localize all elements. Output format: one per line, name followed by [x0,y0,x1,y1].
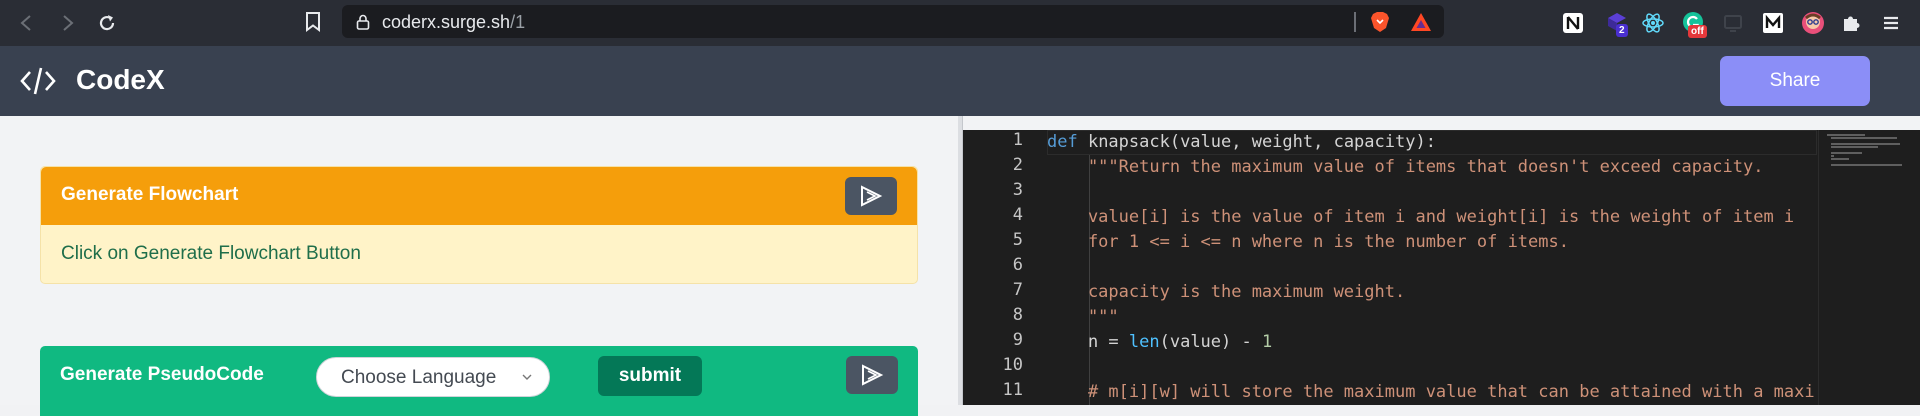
minimap-line [1831,152,1862,154]
line-number: 9 [1012,330,1023,350]
extension-badge-off: off [1688,25,1707,38]
screen-icon[interactable] [1720,10,1746,36]
line-number: 6 [1012,255,1023,275]
minimap-line [1831,143,1900,145]
minimap-line [1827,134,1865,136]
minimap-line [1831,164,1902,166]
code-line: # m[i][w] will store the maximum value t… [1047,382,1815,402]
play-icon [862,364,884,386]
code-line: def knapsack(value, weight, capacity): [1047,132,1436,152]
code-line: """Return the maximum value of items tha… [1047,157,1764,177]
code-line: n = len(value) - 1 [1047,332,1273,352]
language-select-value: Choose Language [341,367,497,388]
lock-icon [356,14,370,30]
editor-top-strip [963,116,1920,130]
pseudocode-card: Generate PseudoCode Choose Language subm… [40,346,918,416]
code-line: capacity is the maximum weight. [1047,282,1406,302]
puzzle-icon[interactable] [1838,10,1864,36]
reload-icon[interactable] [94,10,120,36]
code-line: for 1 <= i <= n where n is the number of… [1047,232,1569,252]
flowchart-card: Generate Flowchart Click on Generate Flo… [40,166,918,284]
code-line: value[i] is the value of item i and weig… [1047,207,1795,227]
chevron-down-icon [521,370,533,382]
line-number: 11 [1002,380,1023,400]
forward-icon[interactable] [54,10,80,36]
minimap-line [1831,155,1834,157]
generate-flowchart-button[interactable] [845,177,897,215]
flowchart-hint: Click on Generate Flowchart Button [61,243,361,264]
line-number: 5 [1012,230,1023,250]
grammarly-icon[interactable]: off [1680,10,1707,38]
react-devtools-icon[interactable] [1640,10,1666,36]
address-bar[interactable]: coderx.surge.sh/1 [342,5,1444,38]
flowchart-card-header: Generate Flowchart [41,167,917,225]
flowchart-title: Generate Flowchart [61,184,239,205]
url-text: coderx.surge.sh/1 [382,12,526,32]
minimap-line [1831,137,1897,139]
menu-icon[interactable] [1878,10,1904,36]
extension-badge: 2 [1616,24,1628,37]
line-number: 10 [1002,355,1023,375]
code-line: """ [1047,307,1119,327]
code-area[interactable]: def knapsack(value, weight, capacity): "… [1047,130,1817,405]
line-number: 7 [1012,280,1023,300]
minimap[interactable] [1818,130,1920,405]
share-button[interactable]: Share [1720,56,1870,106]
line-number: 2 [1012,155,1023,175]
pseudocode-title: Generate PseudoCode [60,364,264,385]
play-icon [861,185,883,207]
notion-icon[interactable] [1560,10,1586,36]
line-number: 1 [1012,130,1023,150]
brave-rewards-icon[interactable] [1410,12,1432,32]
avatar-icon[interactable] [1800,10,1826,36]
minimap-line [1831,158,1849,160]
app-header: CodeX Share [0,46,1920,116]
generate-pseudocode-button[interactable] [846,356,898,394]
code-icon [20,64,56,98]
bookmark-icon[interactable] [304,11,322,33]
app-title: CodeX [76,64,165,95]
brave-shields-icon[interactable] [1370,11,1390,33]
address-separator [1354,12,1356,32]
language-select[interactable]: Choose Language [316,357,550,397]
medium-icon[interactable] [1760,10,1786,36]
browser-toolbar: coderx.surge.sh/1 2 off [0,0,1920,46]
extension-purple-icon[interactable]: 2 [1604,10,1630,37]
code-editor[interactable]: 1 2 3 4 5 6 7 8 9 10 11 def knapsack(val… [963,116,1920,405]
submit-button[interactable]: submit [598,356,702,396]
back-icon[interactable] [14,10,40,36]
line-number: 4 [1012,205,1023,225]
line-number-gutter: 1 2 3 4 5 6 7 8 9 10 11 [963,130,1043,405]
left-panel: Generate Flowchart Click on Generate Flo… [0,116,958,416]
line-number: 8 [1012,305,1023,325]
minimap-line [1831,146,1878,148]
line-number: 3 [1012,180,1023,200]
